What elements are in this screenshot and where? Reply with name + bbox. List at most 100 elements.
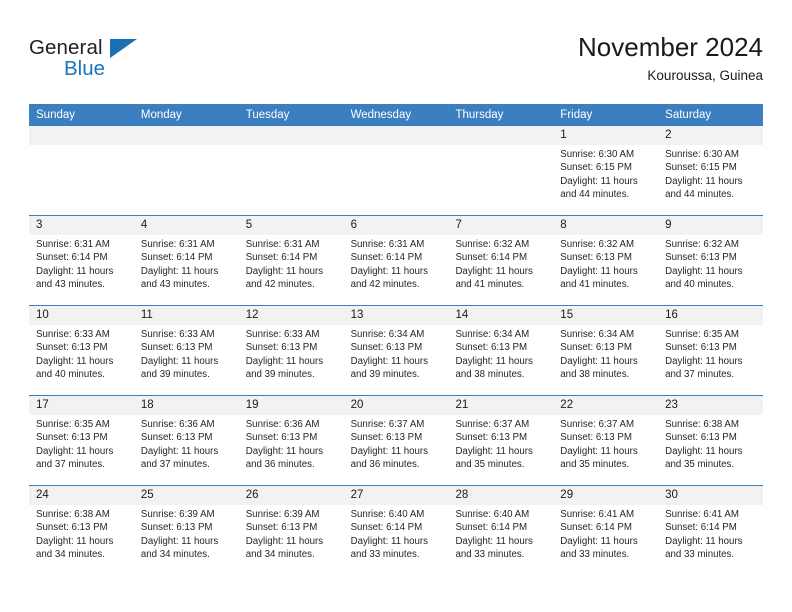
day-cell[interactable]: Sunrise: 6:32 AM Sunset: 6:14 PM Daylight:… (448, 235, 553, 305)
day-cell[interactable]: Sunrise: 6:34 AM Sunset: 6:13 PM Daylight:… (344, 325, 449, 395)
day-number[interactable]: 20 (344, 396, 449, 415)
day-number[interactable]: 7 (448, 216, 553, 235)
sunrise-text: Sunrise: 6:40 AM (455, 509, 530, 520)
sunset-text: Sunset: 6:13 PM (140, 342, 213, 354)
day-number[interactable]: 18 (134, 396, 239, 415)
day-cell[interactable]: Sunrise: 6:30 AM Sunset: 6:15 PM Daylight:… (658, 145, 763, 215)
daylight-text-cont: and 44 minutes. (665, 189, 735, 201)
day-number[interactable]: 16 (658, 306, 763, 325)
day-number[interactable]: 10 (29, 306, 134, 325)
daylight-text-cont: and 38 minutes. (560, 369, 630, 381)
brand-logo[interactable]: General Blue (29, 36, 169, 84)
day-number[interactable]: 21 (448, 396, 553, 415)
daylight-text-cont: and 34 minutes. (245, 549, 315, 561)
day-number[interactable]: 12 (239, 306, 344, 325)
day-number[interactable]: 1 (553, 126, 658, 145)
day-cell[interactable]: Sunrise: 6:36 AM Sunset: 6:13 PM Daylight:… (239, 415, 344, 485)
day-cell-empty (239, 145, 344, 215)
day-cell[interactable]: Sunrise: 6:35 AM Sunset: 6:13 PM Daylight:… (29, 415, 134, 485)
day-number-band: 10 11 12 13 14 15 16 (29, 306, 763, 325)
day-cell[interactable]: Sunrise: 6:31 AM Sunset: 6:14 PM Daylight:… (134, 235, 239, 305)
day-cell[interactable]: Sunrise: 6:37 AM Sunset: 6:13 PM Daylight:… (553, 415, 658, 485)
day-number[interactable]: 6 (344, 216, 449, 235)
weekday-header-sunday: Sunday (36, 109, 76, 121)
day-cell[interactable]: Sunrise: 6:38 AM Sunset: 6:13 PM Daylight:… (658, 415, 763, 485)
week-row: 1 2 Sunrise: 6:30 AM Sunset: 6:15 PM Dayligh… (29, 126, 763, 215)
daylight-text-cont: and 36 minutes. (245, 459, 315, 471)
day-cell[interactable]: Sunrise: 6:31 AM Sunset: 6:14 PM Daylight:… (29, 235, 134, 305)
day-cell[interactable]: Sunrise: 6:39 AM Sunset: 6:13 PM Daylight:… (134, 505, 239, 575)
sunset-text: Sunset: 6:14 PM (350, 252, 423, 264)
day-cell[interactable]: Sunrise: 6:33 AM Sunset: 6:13 PM Daylight:… (239, 325, 344, 395)
day-number[interactable]: 26 (239, 486, 344, 505)
daylight-text-cont: and 34 minutes. (140, 549, 210, 561)
day-number[interactable]: 15 (553, 306, 658, 325)
day-number[interactable]: 8 (553, 216, 658, 235)
day-cell[interactable]: Sunrise: 6:31 AM Sunset: 6:14 PM Daylight:… (344, 235, 449, 305)
day-cell-empty (29, 145, 134, 215)
sunset-text: Sunset: 6:14 PM (350, 522, 423, 534)
day-cell[interactable]: Sunrise: 6:35 AM Sunset: 6:13 PM Daylight:… (658, 325, 763, 395)
day-number[interactable]: 3 (29, 216, 134, 235)
daylight-text: Daylight: 11 hours (245, 535, 324, 547)
day-cell[interactable]: Sunrise: 6:32 AM Sunset: 6:13 PM Daylight:… (553, 235, 658, 305)
daylight-text-cont: and 39 minutes. (350, 369, 420, 381)
sunset-text: Sunset: 6:13 PM (560, 432, 632, 444)
week-row: 3 4 5 6 7 8 9 Sunrise: 6:31 AM Sunset: 6:14 PM Da… (29, 215, 763, 305)
day-number[interactable]: 29 (553, 486, 658, 505)
day-number[interactable]: 30 (658, 486, 763, 505)
day-number[interactable]: 23 (658, 396, 763, 415)
sunset-text: Sunset: 6:14 PM (245, 252, 318, 264)
day-cell[interactable]: Sunrise: 6:40 AM Sunset: 6:14 PM Daylight:… (448, 505, 553, 575)
sunset-text: Sunset: 6:13 PM (140, 522, 213, 534)
day-cell[interactable]: Sunrise: 6:41 AM Sunset: 6:14 PM Daylight:… (658, 505, 763, 575)
day-number[interactable]: 25 (134, 486, 239, 505)
sunset-text: Sunset: 6:14 PM (140, 252, 213, 264)
day-number[interactable]: 11 (134, 306, 239, 325)
sunrise-text: Sunrise: 6:34 AM (560, 329, 635, 340)
day-cell[interactable]: Sunrise: 6:37 AM Sunset: 6:13 PM Daylight:… (344, 415, 449, 485)
day-cell-empty (448, 145, 553, 215)
sunset-text: Sunset: 6:13 PM (455, 432, 528, 444)
day-number[interactable]: 28 (448, 486, 553, 505)
day-cell[interactable]: Sunrise: 6:34 AM Sunset: 6:13 PM Daylight:… (448, 325, 553, 395)
day-number[interactable]: 13 (344, 306, 449, 325)
day-cell[interactable]: Sunrise: 6:39 AM Sunset: 6:13 PM Daylight:… (239, 505, 344, 575)
daylight-text-cont: and 35 minutes. (560, 459, 630, 471)
sunrise-text: Sunrise: 6:37 AM (350, 419, 425, 430)
day-cell[interactable]: Sunrise: 6:40 AM Sunset: 6:14 PM Daylight:… (344, 505, 449, 575)
page-header: General Blue November 2024 Kouroussa, Gu… (0, 0, 792, 100)
day-detail-band: Sunrise: 6:35 AM Sunset: 6:13 PM Daylight:… (29, 415, 763, 485)
daylight-text-cont: and 34 minutes. (36, 549, 105, 561)
day-number-band: 3456789 (29, 216, 763, 235)
day-number[interactable]: 2 (658, 126, 763, 145)
daylight-text: Daylight: 11 hours (140, 265, 219, 277)
daylight-text-cont: and 33 minutes. (665, 549, 735, 561)
day-number[interactable]: 9 (658, 216, 763, 235)
daylight-text: Daylight: 11 hours (36, 355, 114, 367)
day-cell[interactable]: Sunrise: 6:30 AM Sunset: 6:15 PM Daylight:… (553, 145, 658, 215)
day-number[interactable]: 17 (29, 396, 134, 415)
day-cell[interactable]: Sunrise: 6:34 AM Sunset: 6:13 PM Daylight:… (553, 325, 658, 395)
sunrise-text: Sunrise: 6:36 AM (140, 419, 215, 430)
day-cell[interactable]: Sunrise: 6:32 AM Sunset: 6:13 PM Daylight:… (658, 235, 763, 305)
day-number[interactable]: 5 (239, 216, 344, 235)
day-cell[interactable]: Sunrise: 6:36 AM Sunset: 6:13 PM Daylight:… (134, 415, 239, 485)
day-cell[interactable]: Sunrise: 6:33 AM Sunset: 6:13 PM Daylight:… (134, 325, 239, 395)
sunrise-text: Sunrise: 6:31 AM (245, 239, 320, 250)
day-number[interactable]: 19 (239, 396, 344, 415)
day-number[interactable]: 27 (344, 486, 449, 505)
day-cell[interactable]: Sunrise: 6:31 AM Sunset: 6:14 PM Daylight:… (239, 235, 344, 305)
day-cell[interactable]: Sunrise: 6:37 AM Sunset: 6:13 PM Daylight:… (448, 415, 553, 485)
weekday-header-tuesday: Tuesday (245, 109, 290, 121)
day-number[interactable]: 24 (29, 486, 134, 505)
day-cell[interactable]: Sunrise: 6:33 AM Sunset: 6:13 PM Daylight:… (29, 325, 134, 395)
day-number[interactable]: 22 (553, 396, 658, 415)
day-cell[interactable]: Sunrise: 6:38 AM Sunset: 6:13 PM Daylight:… (29, 505, 134, 575)
sunset-text: Sunset: 6:13 PM (245, 522, 318, 534)
daylight-text: Daylight: 11 hours (36, 265, 114, 277)
day-number[interactable]: 14 (448, 306, 553, 325)
day-number[interactable]: 4 (134, 216, 239, 235)
day-cell[interactable]: Sunrise: 6:41 AM Sunset: 6:14 PM Daylight:… (553, 505, 658, 575)
daylight-text-cont: and 35 minutes. (665, 459, 735, 471)
